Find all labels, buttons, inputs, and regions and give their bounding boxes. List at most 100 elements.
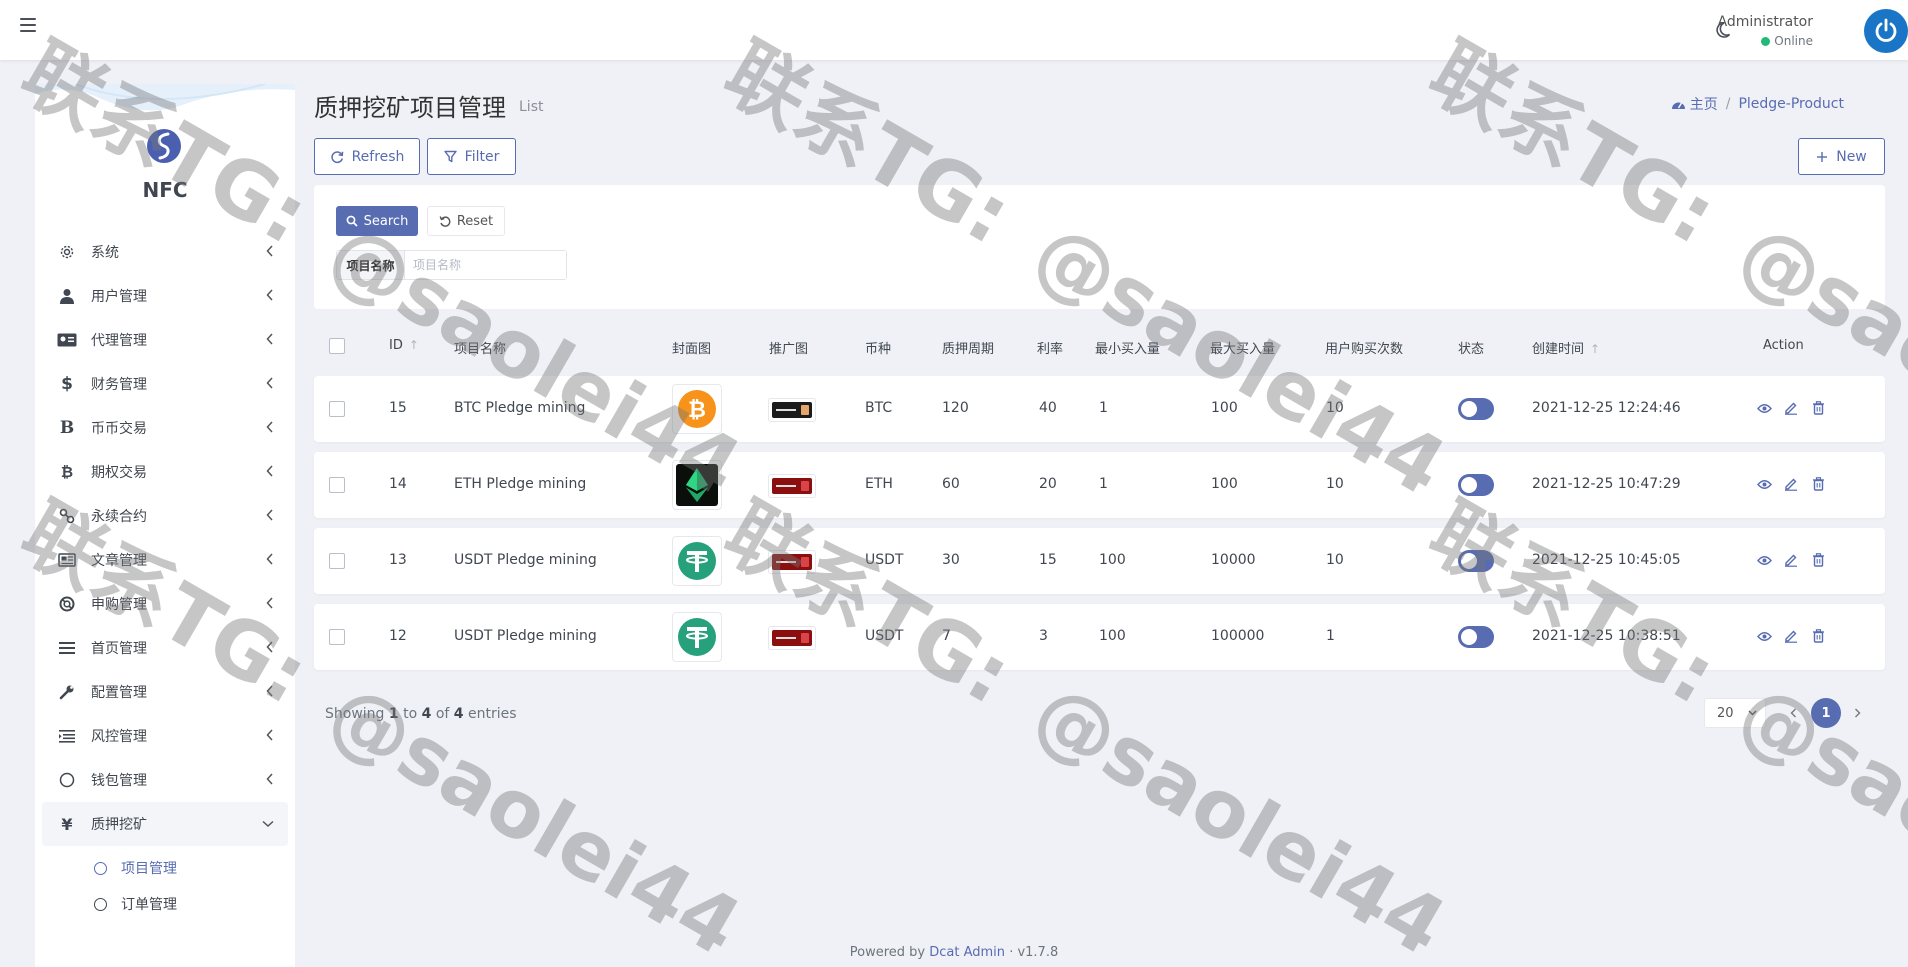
- sidebar-item-config[interactable]: 配置管理: [42, 670, 288, 714]
- edit-icon[interactable]: [1783, 552, 1799, 568]
- view-icon[interactable]: [1756, 476, 1772, 492]
- sidebar-item-pledge-mining[interactable]: ¥ 质押挖矿: [42, 802, 288, 846]
- select-all-checkbox[interactable]: [329, 338, 345, 354]
- cell-promo[interactable]: [768, 626, 816, 650]
- sidebar: NFC 系统 用户管理 代理管理 $ 财务管理 B 币币交易 ₿ 期权交易 永续…: [35, 84, 295, 967]
- sidebar-item-spot-trading[interactable]: B 币币交易: [42, 406, 288, 450]
- status-toggle[interactable]: [1458, 474, 1494, 496]
- project-name-input[interactable]: [405, 251, 566, 279]
- cell-times: 10: [1326, 400, 1344, 416]
- sidebar-item-label: 质押挖矿: [91, 817, 147, 833]
- showing-to: 4: [421, 706, 432, 722]
- ethereum-logo-icon: [676, 464, 718, 506]
- status-toggle[interactable]: [1458, 550, 1494, 572]
- table-header: ID ↑ 项目名称 封面图 推广图 币种 质押周期 利率 最小买入量 最大买入量 …: [314, 330, 1885, 360]
- cell-promo[interactable]: [768, 550, 816, 574]
- showing-to-word: to: [403, 706, 418, 722]
- sidebar-item-risk[interactable]: 风控管理: [42, 714, 288, 758]
- filter-icon: [443, 150, 457, 163]
- status-toggle[interactable]: [1458, 398, 1494, 420]
- cell-cover[interactable]: [672, 612, 722, 662]
- sidebar-item-finance[interactable]: $ 财务管理: [42, 362, 288, 406]
- cell-id: 15: [389, 400, 407, 416]
- cell-cover[interactable]: [672, 460, 722, 510]
- tether-logo-icon: [678, 618, 716, 656]
- page-number-button[interactable]: 1: [1811, 698, 1841, 728]
- sidebar-item-label: 永续合约: [91, 509, 147, 525]
- cell-promo[interactable]: [768, 398, 816, 422]
- header-created[interactable]: 创建时间 ↑: [1532, 338, 1600, 357]
- cell-cover[interactable]: [672, 536, 722, 586]
- view-icon[interactable]: [1756, 552, 1772, 568]
- new-button[interactable]: New: [1798, 138, 1885, 175]
- user-status: Online: [1761, 34, 1813, 48]
- sidebar-subitem-orders[interactable]: 订单管理: [42, 886, 288, 922]
- reset-button[interactable]: Reset: [427, 206, 505, 236]
- search-button[interactable]: Search: [336, 206, 418, 236]
- sidebar-item-subscriptions[interactable]: 申购管理: [42, 582, 288, 626]
- edit-icon[interactable]: [1783, 476, 1799, 492]
- delete-icon[interactable]: [1810, 476, 1826, 492]
- footer-brand-link[interactable]: Dcat Admin: [929, 945, 1005, 960]
- row-checkbox[interactable]: [329, 401, 345, 417]
- per-page-select[interactable]: 20: [1704, 698, 1766, 728]
- sidebar-item-users[interactable]: 用户管理: [42, 274, 288, 318]
- per-page-value: 20: [1717, 705, 1734, 721]
- header-coin: 币种: [865, 342, 892, 357]
- delete-icon[interactable]: [1810, 552, 1826, 568]
- cell-min: 100: [1099, 628, 1126, 644]
- sidebar-item-wallet[interactable]: 钱包管理: [42, 758, 288, 802]
- cell-name: USDT Pledge mining: [454, 628, 597, 644]
- filter-label: Filter: [464, 148, 500, 165]
- user-name[interactable]: Administrator: [1718, 14, 1813, 30]
- sidebar-item-label: 钱包管理: [91, 773, 147, 789]
- sidebar-item-system[interactable]: 系统: [42, 230, 288, 274]
- refresh-button[interactable]: Refresh: [314, 138, 420, 175]
- header-period: 质押周期: [942, 342, 995, 357]
- sidebar-item-agents[interactable]: 代理管理: [42, 318, 288, 362]
- cell-id: 14: [389, 476, 407, 492]
- cell-period: 30: [942, 552, 960, 568]
- avatar[interactable]: [1864, 9, 1908, 53]
- row-actions: [1756, 628, 1826, 644]
- table-row: 14 ETH Pledge mining ETH 60 20 1 100 10 …: [314, 452, 1885, 518]
- cell-name: BTC Pledge mining: [454, 400, 586, 416]
- delete-icon[interactable]: [1810, 628, 1826, 644]
- row-checkbox[interactable]: [329, 629, 345, 645]
- row-checkbox[interactable]: [329, 553, 345, 569]
- sidebar-item-perpetual[interactable]: 永续合约: [42, 494, 288, 538]
- sidebar-subitem-label: 订单管理: [121, 897, 177, 913]
- filter-panel: Search Reset 项目名称: [314, 185, 1885, 309]
- view-icon[interactable]: [1756, 400, 1772, 416]
- status-toggle[interactable]: [1458, 626, 1494, 648]
- sort-arrow-icon[interactable]: ↑: [409, 338, 419, 352]
- header-name: 项目名称: [454, 342, 507, 357]
- chevron-left-icon: [266, 509, 273, 521]
- brand-name[interactable]: NFC: [35, 178, 295, 202]
- edit-icon[interactable]: [1783, 628, 1799, 644]
- next-page-button[interactable]: [1848, 704, 1866, 722]
- sidebar-item-options[interactable]: ₿ 期权交易: [42, 450, 288, 494]
- edit-icon[interactable]: [1783, 400, 1799, 416]
- sidebar-item-homepage[interactable]: 首页管理: [42, 626, 288, 670]
- sort-arrow-icon[interactable]: ↑: [1590, 342, 1600, 356]
- cell-coin: BTC: [865, 400, 893, 416]
- breadcrumb-home-link[interactable]: 主页: [1690, 94, 1718, 114]
- cell-cover[interactable]: ₿: [672, 384, 722, 434]
- page-subtitle: List: [519, 99, 544, 115]
- sidebar-subitem-projects[interactable]: 项目管理: [42, 850, 288, 886]
- cell-promo[interactable]: [768, 474, 816, 498]
- cell-min: 100: [1099, 552, 1126, 568]
- filter-button[interactable]: Filter: [427, 138, 516, 175]
- header-id[interactable]: ID ↑: [389, 338, 419, 353]
- cell-name: ETH Pledge mining: [454, 476, 587, 492]
- cell-created: 2021-12-25 12:24:46: [1532, 400, 1681, 416]
- prev-page-button[interactable]: [1784, 704, 1802, 722]
- sidebar-item-articles[interactable]: 文章管理: [42, 538, 288, 582]
- delete-icon[interactable]: [1810, 400, 1826, 416]
- view-icon[interactable]: [1756, 628, 1772, 644]
- cell-max: 100000: [1211, 628, 1265, 644]
- row-checkbox[interactable]: [329, 477, 345, 493]
- table-row: 12 USDT Pledge mining USDT 7 3 100 10000…: [314, 604, 1885, 670]
- menu-toggle-icon[interactable]: [20, 18, 36, 32]
